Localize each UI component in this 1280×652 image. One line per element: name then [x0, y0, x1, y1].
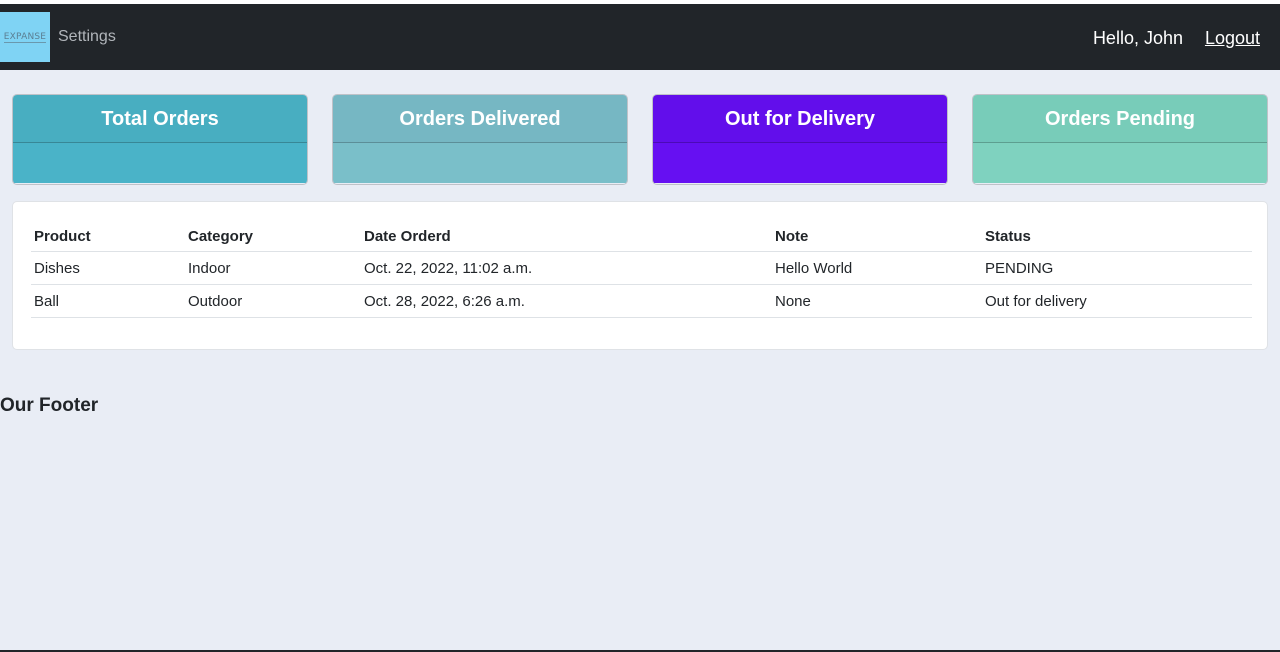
card-header: Total Orders	[13, 95, 307, 143]
column-header-status: Status	[982, 220, 1252, 252]
orders-table-card: Product Category Date Orderd Note Status…	[12, 201, 1268, 350]
nav-link-settings[interactable]: Settings	[58, 28, 116, 46]
cell-status: Out for delivery	[982, 284, 1252, 318]
cell-date-ordered: Oct. 22, 2022, 11:02 a.m.	[361, 251, 772, 285]
cell-category: Outdoor	[185, 284, 361, 318]
column-header-date-ordered: Date Orderd	[361, 220, 772, 252]
card-orders-delivered: Orders Delivered	[332, 94, 628, 185]
card-value	[653, 143, 947, 183]
card-header: Orders Delivered	[333, 95, 627, 143]
card-out-for-delivery: Out for Delivery	[652, 94, 948, 185]
orders-table: Product Category Date Orderd Note Status…	[31, 220, 1252, 318]
card-header: Out for Delivery	[653, 95, 947, 143]
column-header-product: Product	[31, 220, 185, 252]
table-row: Dishes Indoor Oct. 22, 2022, 11:02 a.m. …	[31, 251, 1252, 285]
cell-note: None	[772, 284, 982, 318]
cell-product: Dishes	[31, 251, 185, 285]
card-value	[973, 143, 1267, 183]
table-row: Ball Outdoor Oct. 28, 2022, 6:26 a.m. No…	[31, 284, 1252, 318]
cell-product: Ball	[31, 284, 185, 318]
card-total-orders: Total Orders	[12, 94, 308, 185]
card-value	[13, 143, 307, 183]
cell-status: PENDING	[982, 251, 1252, 285]
column-header-category: Category	[185, 220, 361, 252]
user-greeting: Hello, John	[1092, 28, 1183, 48]
cell-category: Indoor	[185, 251, 361, 285]
navbar: EXPANSE Settings Hello, John Logout	[0, 4, 1280, 70]
logout-link[interactable]: Logout	[1205, 28, 1260, 49]
card-value	[333, 143, 627, 183]
card-header: Orders Pending	[973, 95, 1267, 143]
cell-note: Hello World	[772, 251, 982, 285]
table-header-row: Product Category Date Orderd Note Status	[31, 220, 1252, 252]
cell-date-ordered: Oct. 28, 2022, 6:26 a.m.	[361, 284, 772, 318]
column-header-note: Note	[772, 220, 982, 252]
stats-cards: Total Orders Orders Delivered Out for De…	[12, 94, 1268, 185]
footer-heading: Our Footer	[0, 395, 99, 416]
logo-text: EXPANSE	[3, 31, 47, 43]
brand-logo[interactable]: EXPANSE	[0, 12, 50, 62]
card-orders-pending: Orders Pending	[972, 94, 1268, 185]
